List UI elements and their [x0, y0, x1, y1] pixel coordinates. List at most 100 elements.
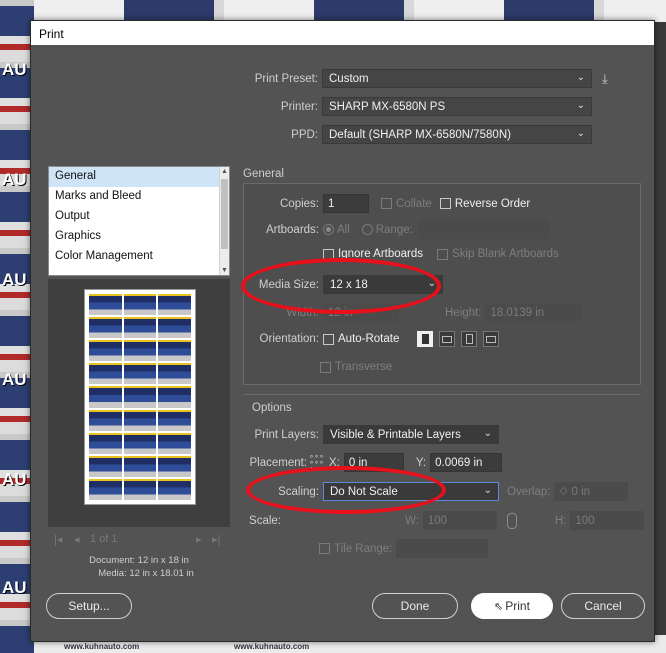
x-input[interactable]: 0 in [343, 453, 404, 472]
width-input[interactable]: 12 in [323, 303, 399, 322]
chevron-down-icon: ⌄ [483, 485, 492, 496]
scaling-label: Scaling: [278, 485, 319, 498]
scaling-select[interactable]: Do Not Scale ⌄ [323, 482, 499, 501]
height-input[interactable]: 18.0139 in [485, 303, 582, 322]
overlap-input[interactable]: ⬦ 0 in [554, 482, 629, 501]
overlap-value: 0 in [571, 485, 591, 498]
preview-tile [123, 317, 157, 339]
collate-label: Collate [396, 197, 432, 210]
transverse-label: Transverse [335, 361, 393, 373]
background-footer-text: www.kuhnauto.com [234, 642, 310, 651]
chevron-down-icon: ⌄ [576, 100, 585, 111]
background-thumbnails: AU AU AU AU AU AU [0, 0, 34, 653]
collate-checkbox[interactable] [381, 198, 392, 209]
preview-tile [123, 294, 157, 316]
reverse-order-checkbox[interactable] [439, 198, 451, 209]
auto-rotate-checkbox[interactable] [323, 333, 334, 345]
ignore-artboards-checkbox[interactable] [323, 248, 334, 260]
media-size-row: Media Size: 12 x 18 ⌄ [243, 275, 443, 294]
background-footer-text: www.kuhnauto.com [64, 642, 140, 651]
transverse-checkbox[interactable] [320, 361, 331, 373]
chevron-up-icon[interactable]: ▲ [221, 168, 228, 175]
x-label: X: [329, 456, 340, 469]
preview-tile [89, 363, 122, 385]
category-scrollbar[interactable]: ▲ ▼ [219, 167, 229, 275]
artboards-range-label: Range: [375, 223, 413, 236]
done-button[interactable]: Done [372, 593, 458, 619]
preview-tile [158, 363, 191, 385]
print-button[interactable]: ⇖ Print [471, 593, 553, 619]
chevron-down-icon[interactable]: ▼ [221, 267, 228, 274]
artboards-range-input[interactable] [418, 220, 549, 239]
background-brand: AU [2, 170, 27, 189]
category-output[interactable]: Output [49, 207, 229, 227]
skip-blank-label: Skip Blank Artboards [452, 248, 559, 260]
portrait-flipped-icon[interactable] [461, 331, 478, 347]
reverse-order-label: Reverse Order [454, 197, 531, 210]
preview-tile [89, 317, 122, 339]
placement-label: Placement: [249, 456, 307, 469]
preview-tile [89, 455, 122, 477]
save-preset-icon[interactable]: ⤓ [602, 71, 608, 87]
setup-button[interactable]: Setup... [46, 593, 132, 619]
print-button-label: Print [505, 599, 530, 613]
print-layers-value: Visible & Printable Layers [330, 428, 461, 441]
landscape-icon[interactable] [439, 331, 456, 347]
ppd-select[interactable]: Default (SHARP MX-6580N/7580N) ⌄ [322, 125, 592, 144]
portrait-icon[interactable] [417, 331, 434, 347]
preview-sheet[interactable] [84, 289, 196, 505]
placement-row: Placement: ∘∘∘ ∘∘∘ ∘∘∘ X: 0 in Y: 0.0069 i… [243, 452, 503, 472]
preview-tile [158, 455, 191, 477]
print-preview [48, 279, 230, 527]
background-brand: AU [2, 370, 27, 389]
artboards-range-radio[interactable] [361, 224, 373, 235]
transverse-row: Transverse [320, 361, 392, 373]
y-input[interactable]: 0.0069 in [430, 453, 503, 472]
orientation-label: Orientation: [259, 333, 319, 345]
scrollbar-thumb[interactable] [221, 179, 228, 249]
tile-range-row: Tile Range: [319, 539, 489, 558]
tile-range-input[interactable] [396, 539, 489, 558]
copies-input[interactable]: 1 [323, 194, 369, 213]
y-label: Y: [415, 456, 427, 469]
scaling-row: Scaling: Do Not Scale ⌄ Overlap: ⬦ 0 in [243, 482, 629, 501]
dimensions-row: Width: 12 in Height: 18.0139 in [243, 303, 582, 322]
first-page-icon[interactable]: |◂ [54, 533, 62, 546]
print-preset-label: Print Preset: [254, 72, 318, 85]
preview-tile [158, 340, 191, 362]
print-layers-label: Print Layers: [254, 428, 319, 441]
preview-tile [158, 409, 191, 431]
media-value: 12 in x 18.01 in [129, 568, 194, 579]
skip-blank-checkbox[interactable] [437, 248, 449, 260]
print-layers-select[interactable]: Visible & Printable Layers ⌄ [323, 425, 499, 444]
h-input[interactable]: 100 [570, 511, 645, 530]
media-size-select[interactable]: 12 x 18 ⌄ [323, 275, 443, 294]
category-marks-and-bleed[interactable]: Marks and Bleed [49, 187, 229, 207]
print-dialog: Print Print Preset: Custom ⌄ ⤓ Printer: … [30, 20, 655, 642]
category-general[interactable]: General [49, 167, 229, 187]
last-page-icon[interactable]: ▸| [212, 533, 220, 546]
w-input[interactable]: 100 [422, 511, 497, 530]
landscape-flipped-icon[interactable] [483, 331, 500, 347]
prev-page-icon[interactable]: ◂ [74, 533, 80, 546]
artboards-all-radio[interactable] [323, 224, 334, 235]
link-icon[interactable] [506, 512, 517, 529]
tile-range-checkbox[interactable] [319, 543, 330, 554]
placement-grid-icon[interactable]: ∘∘∘ ∘∘∘ ∘∘∘ [309, 452, 324, 472]
preview-tile [89, 478, 122, 500]
ppd-row: PPD: Default (SHARP MX-6580N/7580N) ⌄ [246, 125, 592, 144]
printer-select[interactable]: SHARP MX-6580N PS ⌄ [322, 97, 592, 116]
cancel-button[interactable]: Cancel [561, 593, 645, 619]
general-section-title: General [243, 168, 284, 180]
category-color-management[interactable]: Color Management [49, 247, 229, 267]
print-preset-select[interactable]: Custom ⌄ [322, 69, 592, 88]
ignore-artboards-label: Ignore Artboards [338, 248, 424, 260]
next-page-icon[interactable]: ▸ [196, 533, 202, 546]
preview-tile [158, 386, 191, 408]
category-graphics[interactable]: Graphics [49, 227, 229, 247]
section-divider [243, 394, 641, 395]
scale-row: Scale: W: 100 H: 100 [243, 511, 645, 530]
print-layers-row: Print Layers: Visible & Printable Layers… [243, 425, 499, 444]
ppd-label: PPD: [291, 128, 318, 141]
chevron-down-icon: ⌄ [483, 428, 492, 439]
